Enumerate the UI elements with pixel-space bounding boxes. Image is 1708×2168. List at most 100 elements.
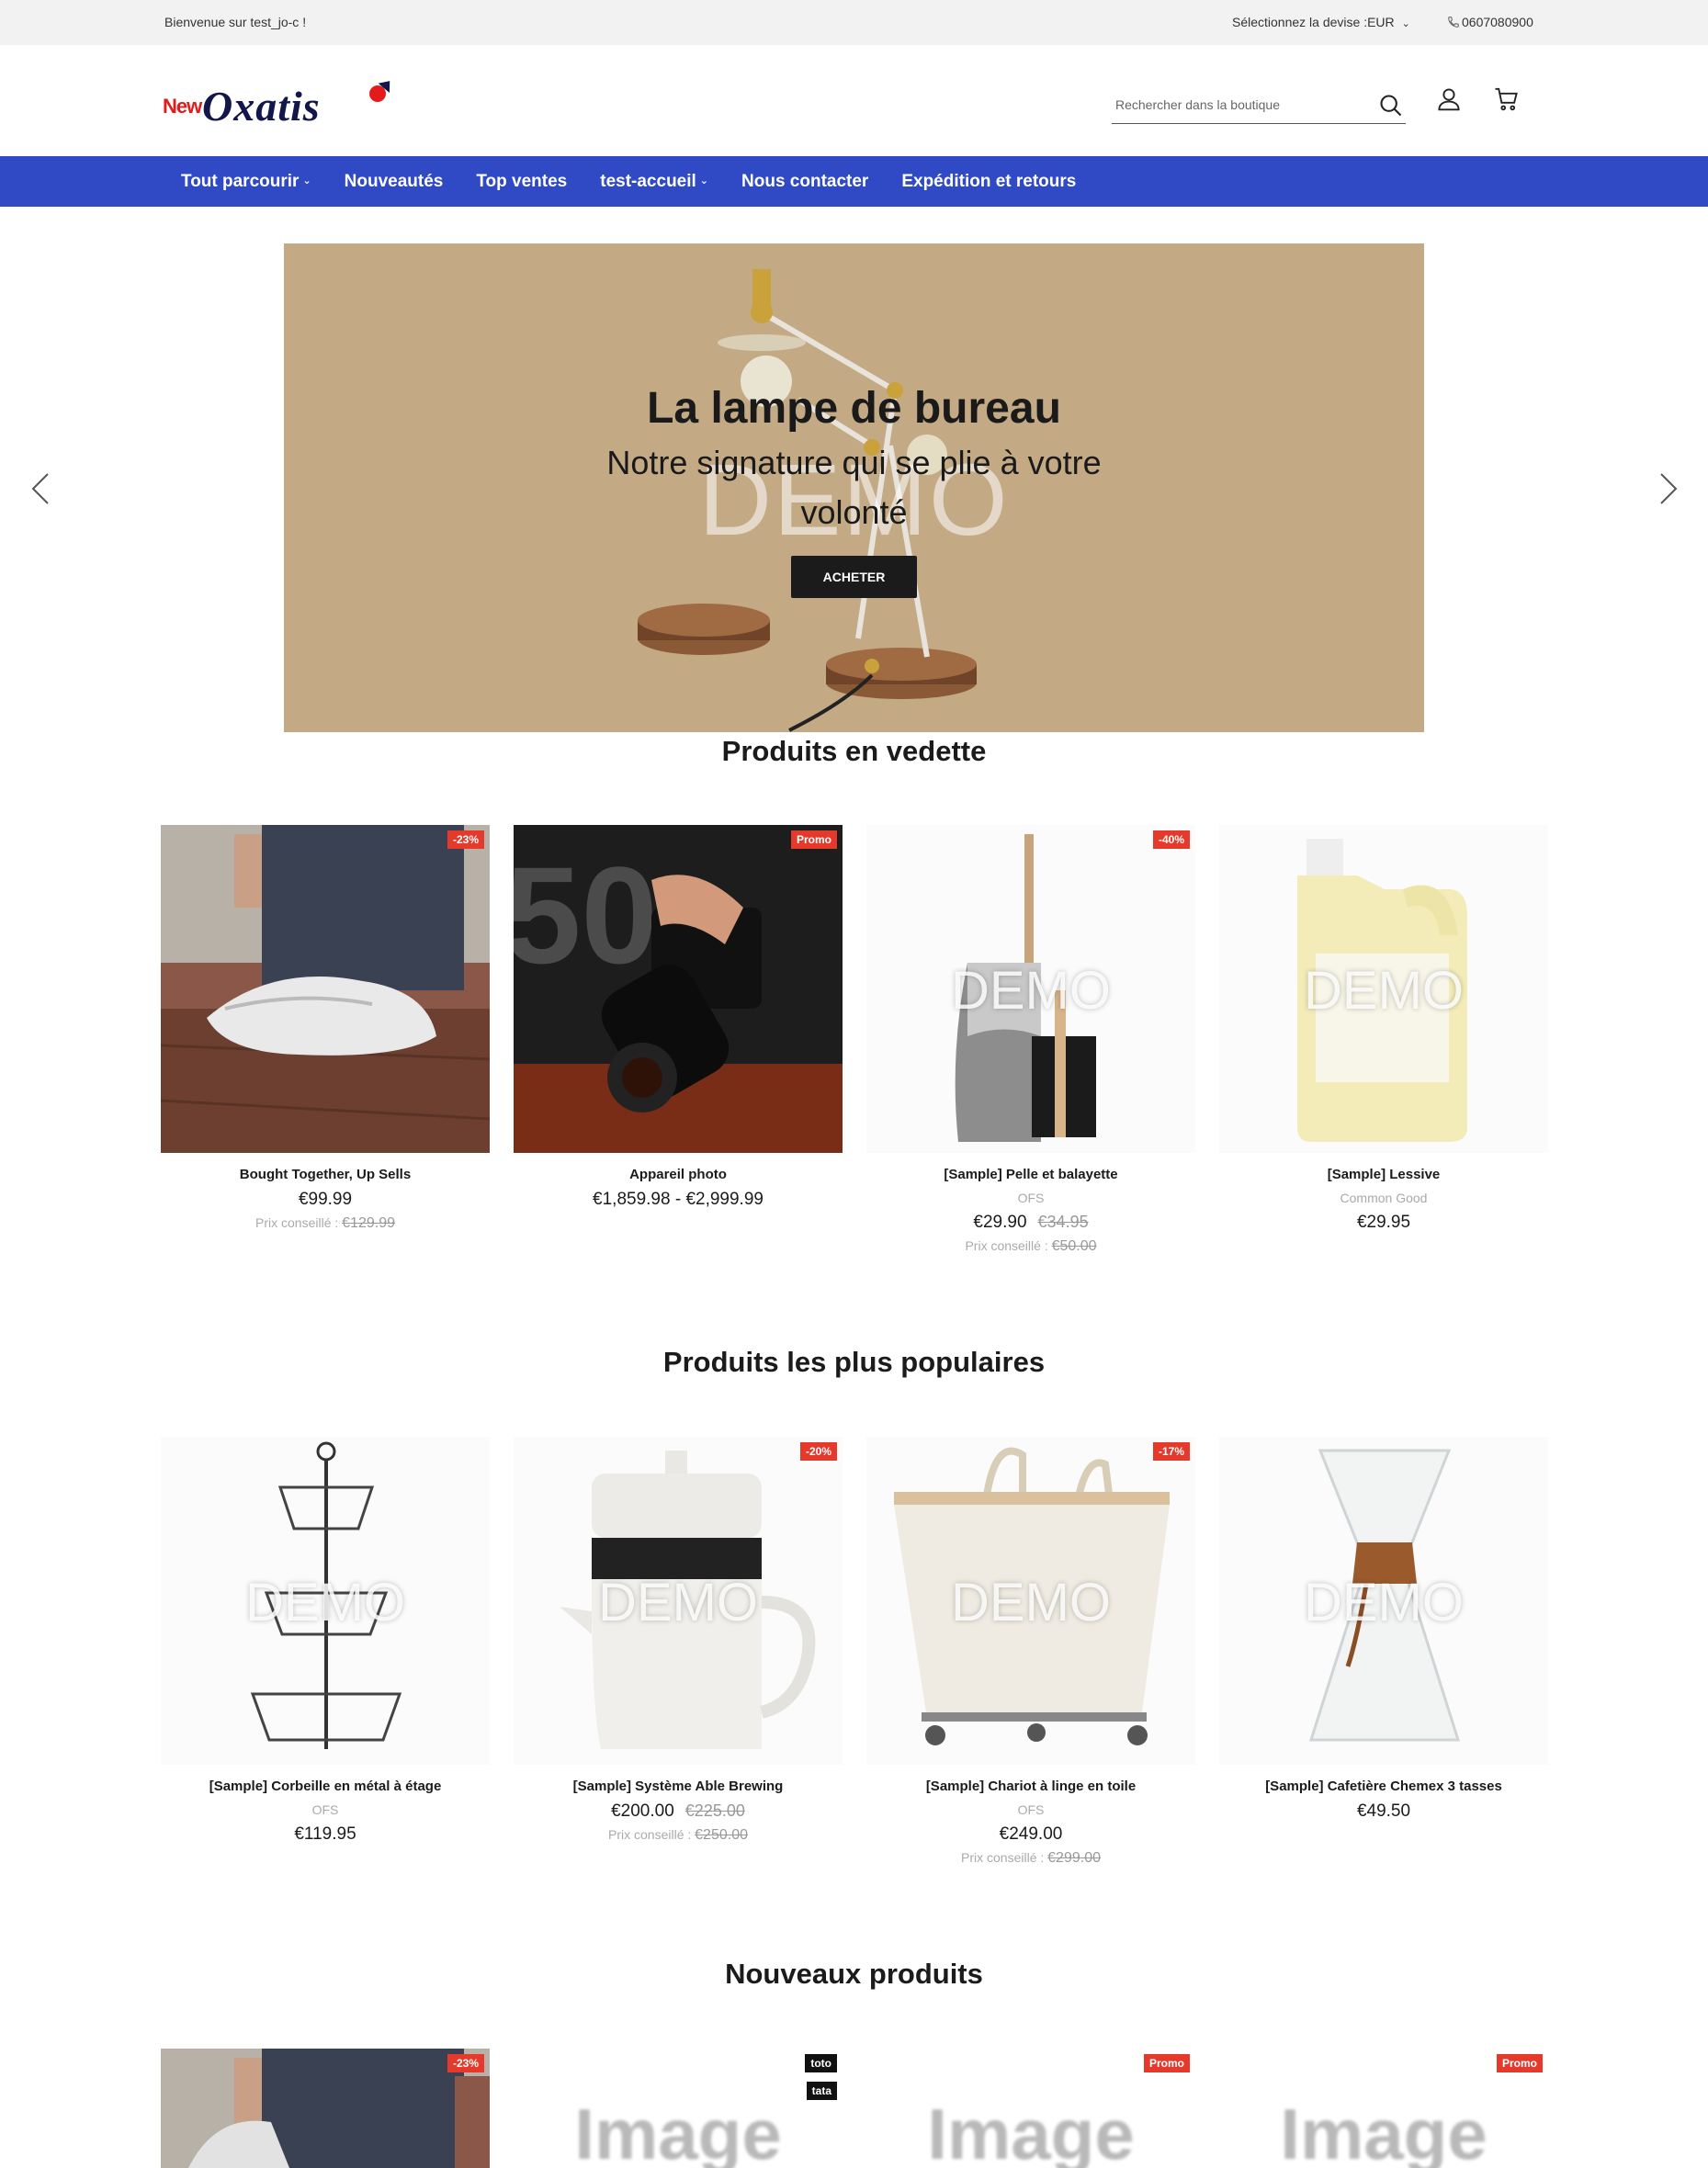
search-input[interactable] (1115, 93, 1363, 117)
product-image[interactable]: DEMO -20% (514, 1437, 843, 1765)
product-card[interactable]: DEMO -20% [Sample] Système Able Brewing … (514, 1437, 843, 1844)
product-name[interactable]: Bought Together, Up Sells (161, 1167, 490, 1182)
product-name[interactable]: [Sample] Pelle et balayette (866, 1167, 1195, 1182)
rrp-label: Prix conseillé : (255, 1215, 339, 1230)
product-image[interactable]: -23% (161, 825, 490, 1153)
nav-label: Top ventes (476, 171, 568, 191)
rrp-label: Prix conseillé : (608, 1827, 692, 1842)
demo-watermark: DEMO (245, 1573, 405, 1632)
product-price: €29.95 (1356, 1213, 1411, 1232)
rrp-price: €129.99 (342, 1215, 395, 1231)
product-name[interactable]: [Sample] Système Able Brewing (514, 1778, 843, 1794)
discount-badge: -23% (447, 830, 484, 849)
product-image[interactable]: DEMO -40% (866, 825, 1195, 1153)
product-card[interactable]: Image Promo (1219, 2049, 1548, 2168)
rrp-price: €250.00 (695, 1827, 748, 1843)
camera-photo: 50 (514, 825, 843, 1153)
logo-brand: Oxatis (202, 83, 321, 130)
phone-link[interactable]: 0607080900 (1447, 15, 1533, 29)
old-price: €225.00 (684, 1801, 745, 1820)
promo-badge: Promo (1143, 2054, 1190, 2072)
product-image[interactable]: Image Promo (1219, 2049, 1548, 2168)
svg-text:50: 50 (514, 838, 658, 992)
rrp: Prix conseillé : €50.00 (866, 1238, 1195, 1255)
rrp: Prix conseillé : €250.00 (514, 1827, 843, 1844)
phone-number: 0607080900 (1462, 15, 1533, 29)
product-image[interactable]: DEMO (1219, 1437, 1548, 1765)
product-image[interactable]: 50 Promo (514, 825, 843, 1153)
promo-badge: Promo (790, 830, 837, 849)
cart-icon[interactable] (1493, 85, 1521, 113)
search-icon[interactable] (1378, 93, 1404, 119)
buy-button[interactable]: ACHETER (791, 556, 917, 598)
main-navigation: Tout parcourir ⌄ Nouveautés Top ventes te… (0, 156, 1708, 207)
chevron-down-icon: ⌄ (1401, 18, 1410, 29)
sale-price: €29.90 (973, 1213, 1027, 1232)
product-image[interactable]: -23% (161, 2049, 490, 2168)
rrp-price: €50.00 (1051, 1238, 1097, 1254)
nav-item-top-ventes[interactable]: Top ventes (476, 172, 567, 192)
nav-label: test-accueil (600, 171, 696, 191)
product-card[interactable]: DEMO [Sample] Corbeille en métal à étage… (161, 1437, 490, 1845)
product-image[interactable]: Image Promo (866, 2049, 1195, 2168)
discount-badge: -40% (1152, 830, 1190, 849)
phone-icon (1448, 17, 1459, 28)
product-name[interactable]: [Sample] Chariot à linge en toile (866, 1778, 1195, 1794)
product-price: €49.50 (1356, 1801, 1411, 1821)
nav-item-expedition-retours[interactable]: Expédition et retours (901, 172, 1076, 192)
product-name[interactable]: [Sample] Lessive (1219, 1167, 1548, 1182)
welcome-text: Bienvenue sur test_jo-c ! (164, 15, 307, 29)
nav-item-nouveautes[interactable]: Nouveautés (345, 172, 444, 192)
discount-badge: -23% (447, 2054, 484, 2072)
product-card[interactable]: DEMO [Sample] Lessive Common Good €29.95 (1219, 825, 1548, 1233)
product-card[interactable]: DEMO [Sample] Cafetière Chemex 3 tasses … (1219, 1437, 1548, 1822)
carousel-prev-arrow[interactable] (28, 470, 55, 507)
product-name[interactable]: [Sample] Cafetière Chemex 3 tasses (1219, 1778, 1548, 1794)
product-image[interactable]: DEMO -17% (866, 1437, 1195, 1765)
product-name[interactable]: Appareil photo (514, 1167, 843, 1182)
carousel-next-arrow[interactable] (1654, 470, 1681, 507)
demo-watermark: DEMO (951, 961, 1111, 1021)
hero-banner: DEMO La lampe de bureau Notre signature … (284, 243, 1424, 732)
sneaker-photo (161, 825, 490, 1153)
nav-label: Nouveautés (344, 171, 444, 191)
product-brand: OFS (1017, 1191, 1045, 1205)
product-image[interactable]: Image toto tata (514, 2049, 843, 2168)
product-card[interactable]: 50 Promo Appareil photo €1,859.98 - €2,9… (514, 825, 843, 1210)
nav-label: Tout parcourir (181, 171, 300, 191)
demo-watermark: DEMO (598, 1573, 758, 1632)
popular-section-title: Produits les plus populaires (662, 1346, 1046, 1378)
product-price: €119.95 (294, 1824, 356, 1844)
product-card[interactable]: Image toto tata (514, 2049, 843, 2168)
account-icon[interactable] (1435, 85, 1463, 113)
sneaker-photo (161, 2049, 490, 2168)
image-placeholder-text: Image (574, 2094, 782, 2168)
product-name[interactable]: [Sample] Corbeille en métal à étage (161, 1778, 490, 1794)
store-logo[interactable]: New Oxatis (163, 78, 402, 133)
product-brand: OFS (311, 1802, 339, 1817)
product-card[interactable]: DEMO -40% [Sample] Pelle et balayette OF… (866, 825, 1195, 1255)
demo-watermark: DEMO (1304, 1573, 1464, 1632)
discount-badge: -20% (799, 1442, 837, 1461)
nav-item-tout-parcourir[interactable]: Tout parcourir ⌄ (181, 172, 311, 192)
product-image[interactable]: DEMO (161, 1437, 490, 1765)
hero-title: La lampe de bureau (647, 384, 1061, 433)
product-card[interactable]: -23% (161, 2049, 490, 2168)
product-price: €1,859.98 - €2,999.99 (593, 1190, 764, 1209)
rrp-price: €299.00 (1047, 1850, 1101, 1866)
chevron-down-icon: ⌄ (302, 175, 311, 186)
nav-item-test-accueil[interactable]: test-accueil ⌄ (600, 172, 708, 192)
currency-selector[interactable]: Sélectionnez la devise :EUR ⌄ (1232, 15, 1410, 29)
product-image[interactable]: DEMO (1219, 825, 1548, 1153)
product-card[interactable]: DEMO -17% [Sample] Chariot à linge en to… (866, 1437, 1195, 1867)
nav-item-nous-contacter[interactable]: Nous contacter (741, 172, 868, 192)
rrp: Prix conseillé : €299.00 (866, 1850, 1195, 1867)
featured-section-title: Produits en vedette (721, 735, 987, 767)
rrp-label: Prix conseillé : (961, 1850, 1045, 1865)
product-card[interactable]: Image Promo (866, 2049, 1195, 2168)
nav-label: Expédition et retours (901, 171, 1077, 191)
demo-watermark: DEMO (951, 1573, 1111, 1632)
product-card[interactable]: -23% Bought Together, Up Sells €99.99 Pr… (161, 825, 490, 1232)
top-bar: Bienvenue sur test_jo-c ! Sélectionnez l… (0, 0, 1708, 45)
product-brand: OFS (1017, 1802, 1045, 1817)
